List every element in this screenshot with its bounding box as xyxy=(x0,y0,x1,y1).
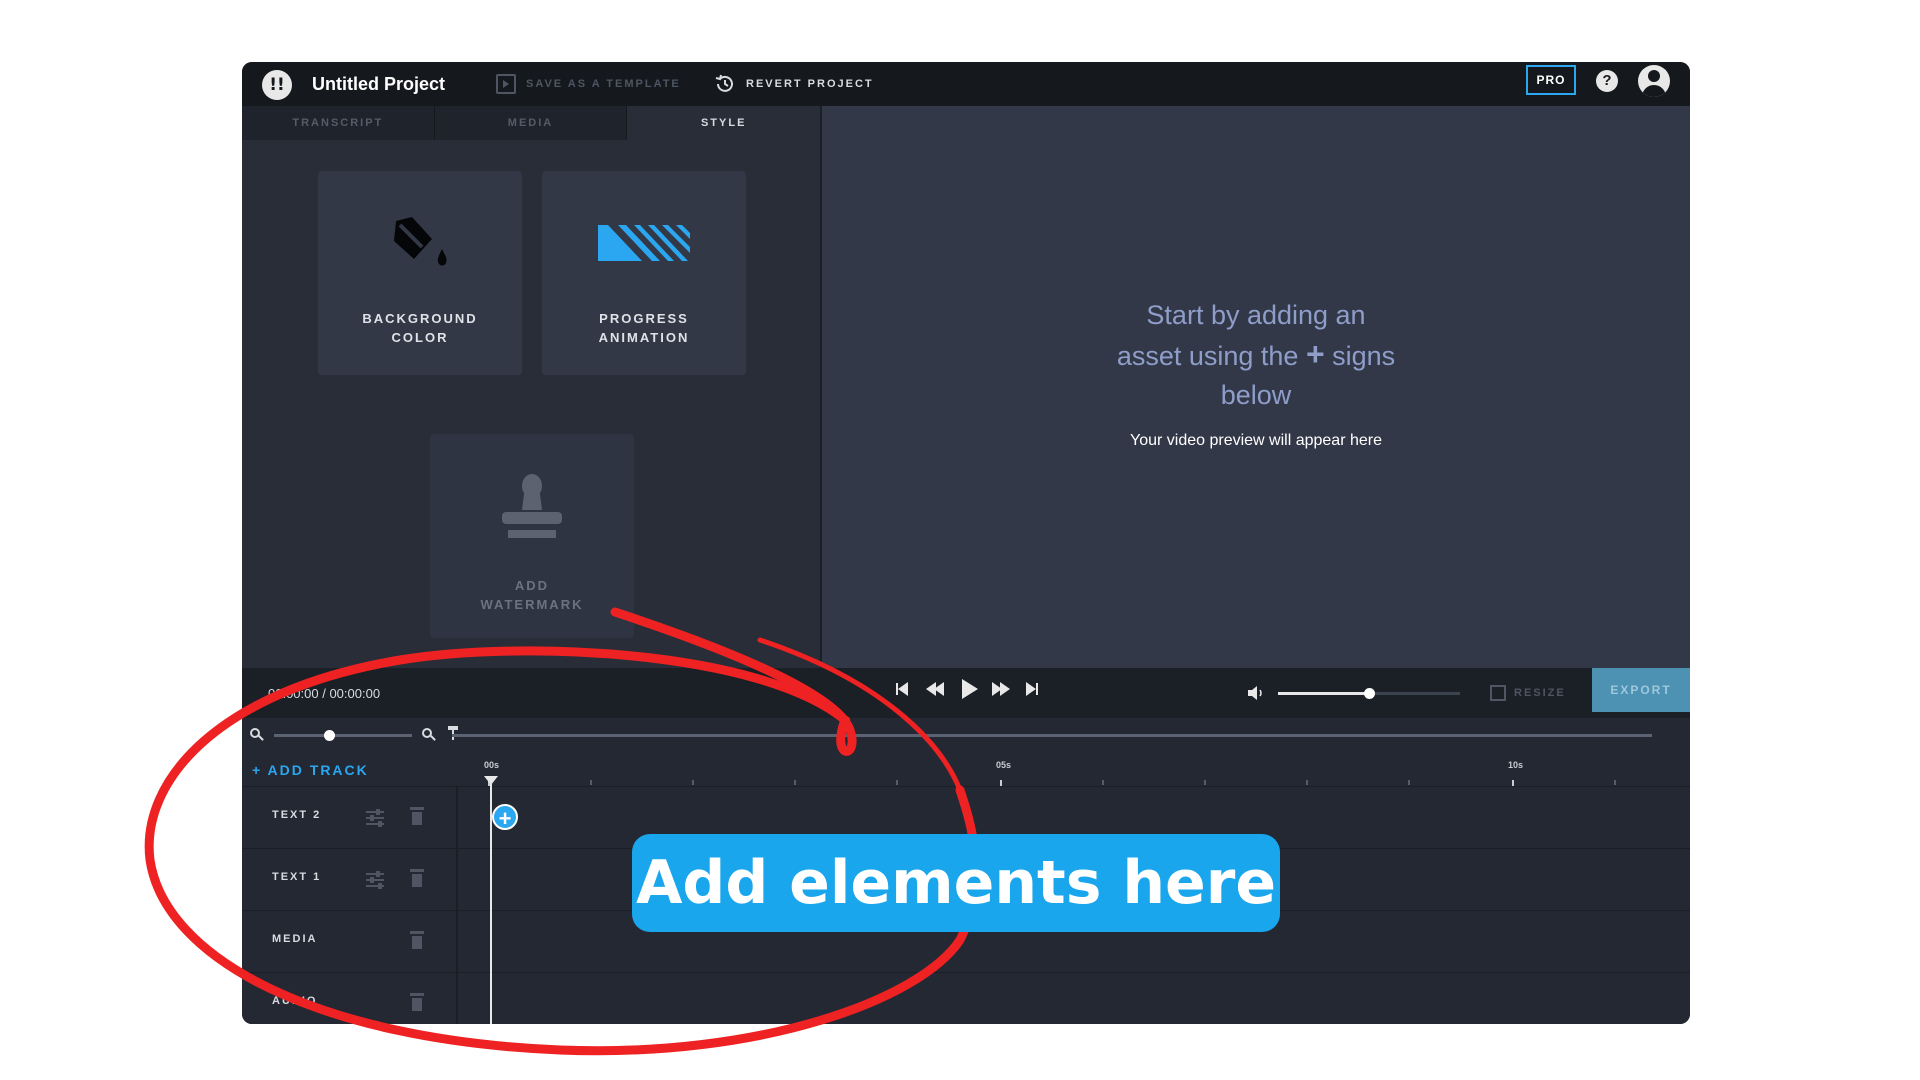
resize-label: RESIZE xyxy=(1514,687,1566,699)
resize-button[interactable]: RESIZE xyxy=(1490,682,1566,704)
save-as-template-label: SAVE AS A TEMPLATE xyxy=(526,78,681,90)
history-icon xyxy=(715,74,733,92)
skip-start-button[interactable] xyxy=(894,682,918,704)
help-icon[interactable]: ? xyxy=(1596,70,1618,92)
track-label-media: MEDIA xyxy=(272,933,318,945)
avatar-head xyxy=(1648,70,1660,82)
ruler-tick xyxy=(1204,780,1206,785)
track-label-text-1: TEXT 1 xyxy=(272,871,322,883)
video-preview: Start by adding an asset using the + sig… xyxy=(822,106,1690,668)
scrub-track[interactable] xyxy=(452,734,1652,737)
zoom-slider[interactable] xyxy=(274,730,412,741)
add-track-button[interactable]: + ADD TRACK xyxy=(252,762,369,778)
delete-track-icon[interactable] xyxy=(410,807,424,825)
rewind-button[interactable] xyxy=(926,682,950,704)
zoom-row xyxy=(242,718,1690,752)
ruler-tick xyxy=(1408,780,1410,785)
callout-add-elements: Add elements here xyxy=(632,834,1280,932)
pro-badge[interactable]: PRO xyxy=(1526,65,1576,95)
avatar-body xyxy=(1642,85,1666,97)
tab-transcript[interactable]: TRANSCRIPT xyxy=(242,106,435,140)
revert-project-label: REVERT PROJECT xyxy=(746,78,874,90)
add-watermark-card[interactable]: ADD WATERMARK xyxy=(430,434,634,638)
progress-stripes-icon xyxy=(598,225,690,261)
progress-animation-card[interactable]: PROGRESS ANIMATION xyxy=(542,171,746,375)
add-watermark-label-2: WATERMARK xyxy=(480,597,584,612)
ruler-tick xyxy=(1614,780,1616,785)
ruler-tick xyxy=(692,780,694,785)
skip-end-icon xyxy=(1026,682,1036,696)
zoom-knob[interactable] xyxy=(324,730,336,741)
tab-media[interactable]: MEDIA xyxy=(434,106,628,140)
volume-fill xyxy=(1278,692,1369,695)
delete-track-icon[interactable] xyxy=(410,931,424,949)
app-logo[interactable]: !! xyxy=(262,70,292,100)
zoom-out-handle xyxy=(258,735,264,741)
volume-icon[interactable] xyxy=(1248,686,1266,700)
scrub-handle-icon[interactable] xyxy=(448,726,458,740)
preview-hint-line1: Start by adding an xyxy=(1146,300,1366,330)
ruler-tick xyxy=(1102,780,1104,785)
resize-icon xyxy=(1490,685,1506,701)
add-element-button[interactable]: + xyxy=(492,804,518,831)
track-label-separator xyxy=(456,786,458,1024)
ruler-label-00s: 00s xyxy=(484,760,500,770)
ruler-tick xyxy=(794,780,796,785)
project-title[interactable]: Untitled Project xyxy=(312,74,445,95)
progress-animation-label-1: PROGRESS xyxy=(599,311,689,326)
user-avatar-icon[interactable] xyxy=(1638,65,1670,97)
top-bar: !! Untitled Project SAVE AS A TEMPLATE R… xyxy=(242,62,1690,106)
preview-hint-line2: asset using the + signs xyxy=(1056,335,1456,376)
progress-animation-label-2: ANIMATION xyxy=(598,330,690,345)
track-row-audio[interactable]: AUDIO xyxy=(242,972,1690,1024)
fast-forward-icon-2 xyxy=(1000,682,1010,696)
zoom-in-handle xyxy=(430,735,436,741)
fast-forward-button[interactable] xyxy=(992,682,1016,704)
volume-slider[interactable] xyxy=(1278,688,1460,699)
preview-hint-line2-b: signs xyxy=(1332,341,1396,371)
track-settings-icon[interactable] xyxy=(364,808,386,827)
timecode: 00:00:00 / 00:00:00 xyxy=(268,686,381,701)
ruler-tick xyxy=(590,780,592,785)
volume-knob[interactable] xyxy=(1364,688,1375,699)
revert-project-button[interactable]: REVERT PROJECT xyxy=(714,71,874,97)
track-settings-icon[interactable] xyxy=(364,870,386,889)
track-label-text-2: TEXT 2 xyxy=(272,809,322,821)
ruler-tick xyxy=(896,780,898,785)
preview-subtext: Your video preview will appear here xyxy=(1130,432,1382,449)
track-label-audio: AUDIO xyxy=(272,995,318,1007)
play-icon xyxy=(962,679,978,699)
ruler-tick xyxy=(1306,780,1308,785)
preview-hint-line2-a: asset using the xyxy=(1116,341,1299,371)
preview-hint-line3: below xyxy=(1220,380,1292,410)
ruler-label-10s: 10s xyxy=(1508,760,1524,770)
paint-bucket-icon xyxy=(394,217,447,266)
panel-tabs: TRANSCRIPT MEDIA STYLE xyxy=(242,106,821,140)
background-color-label-1: BACKGROUND xyxy=(362,311,478,326)
play-button[interactable] xyxy=(960,679,984,701)
background-color-label-2: COLOR xyxy=(391,330,449,345)
delete-track-icon[interactable] xyxy=(410,869,424,887)
plus-icon: + xyxy=(1305,336,1325,372)
stamp-icon xyxy=(502,474,562,538)
rewind-icon-2 xyxy=(934,682,944,696)
preview-hint: Start by adding an asset using the + sig… xyxy=(1056,296,1456,415)
delete-track-icon[interactable] xyxy=(410,993,424,1011)
template-icon xyxy=(496,74,516,94)
ruler-label-05s: 05s xyxy=(996,760,1012,770)
tab-style[interactable]: STYLE xyxy=(627,106,821,140)
zoom-in-icon[interactable] xyxy=(422,728,436,742)
export-button[interactable]: EXPORT xyxy=(1592,668,1690,712)
skip-start-icon xyxy=(898,682,908,696)
time-ruler: 00s 05s 10s xyxy=(458,752,1690,786)
skip-end-button[interactable] xyxy=(1026,682,1050,704)
skip-end-bar xyxy=(1036,683,1038,695)
save-as-template-button[interactable]: SAVE AS A TEMPLATE xyxy=(496,71,681,97)
left-panel: TRANSCRIPT MEDIA STYLE BACKGROUND COLOR xyxy=(242,106,821,668)
background-color-card[interactable]: BACKGROUND COLOR xyxy=(318,171,522,375)
add-watermark-label-1: ADD xyxy=(514,578,550,593)
zoom-out-icon[interactable] xyxy=(250,728,264,742)
playback-bar: 00:00:00 / 00:00:00 RESIZE EXPORT xyxy=(242,668,1690,718)
